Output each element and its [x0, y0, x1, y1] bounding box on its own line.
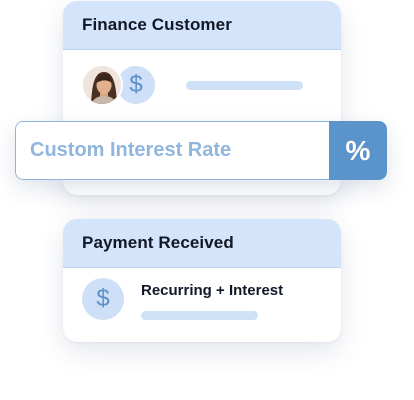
- percent-icon: %: [345, 134, 371, 166]
- customer-avatar: [81, 64, 123, 106]
- finance-widget-stage: Finance Customer $ Custom Interest Rate …: [0, 0, 414, 400]
- customer-avatar-cluster: $: [81, 64, 161, 108]
- payment-received-header: Payment Received: [63, 219, 341, 268]
- percent-button[interactable]: %: [329, 121, 387, 180]
- payment-detail-bar: [141, 311, 258, 320]
- finance-customer-detail-bar: [186, 81, 303, 90]
- recurring-interest-label: Recurring + Interest: [141, 282, 284, 299]
- custom-interest-rate-control: Custom Interest Rate %: [15, 121, 387, 180]
- finance-customer-header: Finance Customer: [63, 1, 341, 50]
- customer-photo-icon: [83, 66, 121, 104]
- finance-dollar-symbol: $: [129, 71, 143, 98]
- payment-received-title: Payment Received: [82, 233, 234, 252]
- payment-dollar-icon: $: [82, 278, 124, 320]
- custom-interest-rate-input[interactable]: Custom Interest Rate: [15, 121, 329, 180]
- finance-customer-title: Finance Customer: [82, 15, 232, 34]
- payment-dollar-symbol: $: [96, 285, 110, 312]
